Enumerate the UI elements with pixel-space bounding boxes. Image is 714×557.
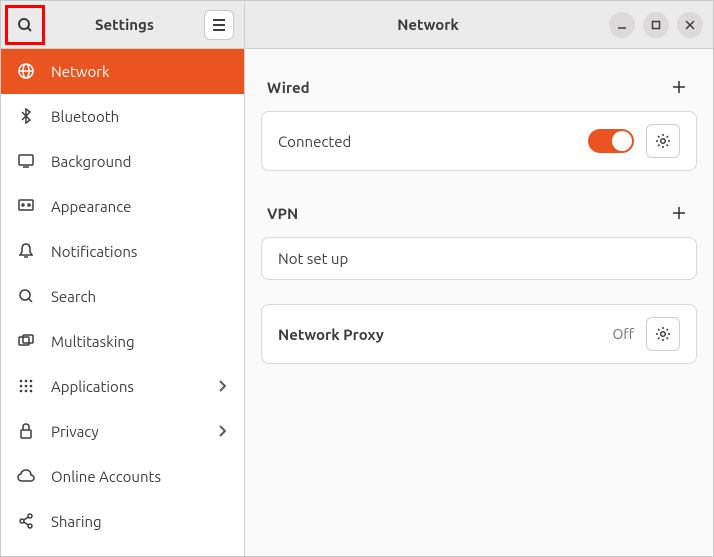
bluetooth-icon: [17, 107, 35, 125]
wired-section-header: Wired: [261, 69, 697, 105]
vpn-section-header: VPN: [261, 195, 697, 231]
sidebar-item-label: Privacy: [51, 423, 202, 440]
sidebar-item-label: Multitasking: [51, 333, 228, 350]
sidebar-item-label: Bluetooth: [51, 108, 228, 125]
main-header: Network: [245, 1, 713, 49]
sidebar-item-label: Appearance: [51, 198, 228, 215]
plus-icon: [672, 80, 686, 94]
sidebar-item-applications[interactable]: Applications: [1, 364, 244, 409]
search-button[interactable]: [10, 10, 40, 40]
sidebar-item-notifications[interactable]: Notifications: [1, 229, 244, 274]
sidebar-item-label: Online Accounts: [51, 468, 228, 485]
wired-row: Connected: [262, 112, 696, 170]
highlighted-region: [5, 5, 45, 45]
cloud-icon: [17, 467, 35, 485]
globe-icon: [17, 62, 35, 80]
vpn-heading: VPN: [267, 205, 298, 222]
proxy-card[interactable]: Network Proxy Off: [261, 304, 697, 364]
sidebar-item-label: Applications: [51, 378, 202, 395]
vpn-add-button[interactable]: [667, 201, 691, 225]
vpn-row: Not set up: [262, 238, 696, 279]
background-icon: [17, 152, 35, 170]
sidebar-title: Settings: [53, 16, 196, 33]
sidebar-item-search[interactable]: Search: [1, 274, 244, 319]
sidebar-item-label: Sharing: [51, 513, 228, 530]
sidebar-item-label: Network: [51, 63, 228, 80]
toggle-knob: [612, 131, 632, 151]
window-close-button[interactable]: [677, 12, 703, 38]
sidebar-header: Settings: [1, 1, 244, 49]
main-panel: Network Wired: [245, 1, 713, 556]
proxy-label: Network Proxy: [278, 326, 600, 343]
wired-settings-button[interactable]: [646, 124, 680, 158]
proxy-row: Network Proxy Off: [262, 305, 696, 363]
wired-card: Connected: [261, 111, 697, 171]
magnifier-icon: [17, 287, 35, 305]
appearance-icon: [17, 197, 35, 215]
sidebar-item-label: Background: [51, 153, 228, 170]
plus-icon: [672, 206, 686, 220]
sidebar-item-sharing[interactable]: Sharing: [1, 499, 244, 544]
sidebar-item-background[interactable]: Background: [1, 139, 244, 184]
proxy-settings-button[interactable]: [646, 317, 680, 351]
gear-icon: [655, 326, 671, 342]
close-icon: [685, 20, 695, 30]
chevron-right-icon: [218, 380, 228, 392]
window-maximize-button[interactable]: [643, 12, 669, 38]
sidebar-list: Network Bluetooth Background: [1, 49, 244, 556]
proxy-status: Off: [612, 326, 634, 342]
lock-icon: [17, 422, 35, 440]
sidebar-item-online-accounts[interactable]: Online Accounts: [1, 454, 244, 499]
vpn-status: Not set up: [278, 250, 680, 267]
gear-icon: [655, 133, 671, 149]
bell-icon: [17, 242, 35, 260]
wired-add-button[interactable]: [667, 75, 691, 99]
window-minimize-button[interactable]: [609, 12, 635, 38]
menu-button[interactable]: [204, 10, 234, 40]
sidebar-item-privacy[interactable]: Privacy: [1, 409, 244, 454]
vpn-card: Not set up: [261, 237, 697, 280]
wired-status: Connected: [278, 133, 576, 150]
sidebar-item-label: Notifications: [51, 243, 228, 260]
minimize-icon: [617, 20, 627, 30]
hamburger-icon: [212, 19, 226, 31]
sidebar-item-multitasking[interactable]: Multitasking: [1, 319, 244, 364]
search-icon: [17, 17, 33, 33]
sidebar: Settings Network Bluetoot: [1, 1, 245, 556]
grid-icon: [17, 377, 35, 395]
maximize-icon: [651, 20, 661, 30]
main-body: Wired Connected: [245, 49, 713, 556]
wired-toggle[interactable]: [588, 129, 634, 153]
multitasking-icon: [17, 332, 35, 350]
sidebar-item-label: Search: [51, 288, 228, 305]
wired-heading: Wired: [267, 79, 310, 96]
sidebar-item-bluetooth[interactable]: Bluetooth: [1, 94, 244, 139]
chevron-right-icon: [218, 425, 228, 437]
sidebar-item-network[interactable]: Network: [1, 49, 244, 94]
page-title: Network: [255, 16, 601, 33]
sidebar-item-appearance[interactable]: Appearance: [1, 184, 244, 229]
share-icon: [17, 512, 35, 530]
